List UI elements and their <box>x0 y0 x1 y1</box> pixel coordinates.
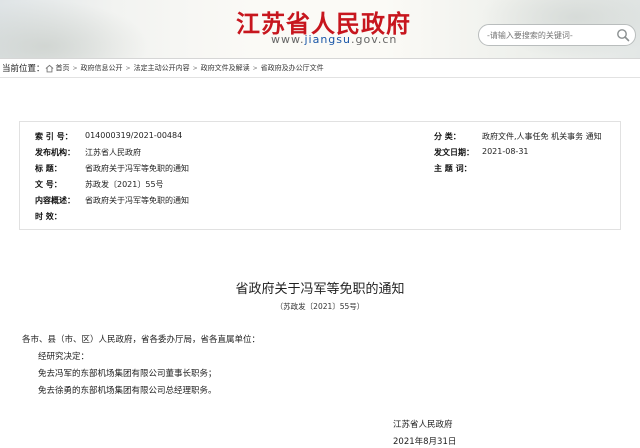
breadcrumb-separator: > <box>125 64 131 72</box>
date-label: 发文日期： <box>434 148 474 157</box>
url-prefix: www. <box>271 33 305 46</box>
article-doc-number: （苏政发〔2021〕55号） <box>275 302 365 311</box>
topic-label: 主 题 词： <box>434 164 472 173</box>
breadcrumb-item-documents[interactable]: 政府文件及解读 <box>201 63 250 73</box>
meta-row-index: 索 引 号： 014000319/2021-00484 分 类： 政府文件,人事… <box>20 131 620 147</box>
category-value: 政府文件,人事任免 机关事务 通知 <box>482 132 602 141</box>
issuer-value: 江苏省人民政府 <box>85 148 141 157</box>
summary-value: 省政府关于冯军等免职的通知 <box>85 196 189 205</box>
summary-label: 内容概述： <box>35 196 75 205</box>
index-value: 014000319/2021-00484 <box>85 131 183 140</box>
breadcrumb-separator: > <box>72 64 78 72</box>
home-icon <box>45 64 53 72</box>
index-label: 索 引 号： <box>35 132 73 141</box>
breadcrumb-label: 当前位置： <box>2 64 45 74</box>
url-suffix: .gov.cn <box>351 33 398 46</box>
meta-row-summary: 内容概述： 省政府关于冯军等免职的通知 <box>20 195 620 211</box>
meta-row-validity: 时 效： <box>20 211 620 227</box>
article-title: 省政府关于冯军等免职的通知 <box>235 282 405 297</box>
site-url: www.jiangsu.gov.cn <box>271 33 397 46</box>
breadcrumb-item-statutory[interactable]: 法定主动公开内容 <box>134 63 190 73</box>
meta-row-title: 标 题： 省政府关于冯军等免职的通知 主 题 词： <box>20 163 620 179</box>
article-sign-date: 2021年8月31日 <box>393 437 457 447</box>
article-paragraph-decision: 经研究决定： <box>38 352 90 362</box>
breadcrumb-item-gov-info[interactable]: 政府信息公开 <box>81 63 123 73</box>
docno-label: 文 号： <box>35 180 62 189</box>
header-decoration-left <box>0 0 150 58</box>
article-paragraph-item-1: 免去冯军的东部机场集团有限公司董事长职务； <box>38 369 217 379</box>
breadcrumb-separator: > <box>192 64 198 72</box>
docno-value: 苏政发〔2021〕55号 <box>85 180 164 189</box>
breadcrumb-item-office-documents[interactable]: 省政府及办公厅文件 <box>261 63 324 73</box>
meta-row-docno: 文 号： 苏政发〔2021〕55号 <box>20 179 620 195</box>
title-label: 标 题： <box>35 164 62 173</box>
date-value: 2021-08-31 <box>482 147 529 156</box>
issuer-label: 发布机构： <box>35 148 75 157</box>
site-header: 江苏省人民政府 www.jiangsu.gov.cn <box>0 0 640 58</box>
search-icon[interactable] <box>615 27 631 43</box>
article-addressee: 各市、县（市、区）人民政府，省各委办厅局，省各直属单位： <box>22 335 261 345</box>
validity-label: 时 效： <box>35 212 62 221</box>
meta-row-issuer: 发布机构： 江苏省人民政府 发文日期： 2021-08-31 <box>20 147 620 163</box>
category-label: 分 类： <box>434 132 461 141</box>
search-box <box>478 24 636 46</box>
url-domain: jiangsu <box>304 33 351 46</box>
document-metadata: 索 引 号： 014000319/2021-00484 分 类： 政府文件,人事… <box>19 121 621 230</box>
article-paragraph-item-2: 免去徐勇的东部机场集团有限公司总经理职务。 <box>38 386 217 396</box>
title-value: 省政府关于冯军等免职的通知 <box>85 164 189 173</box>
breadcrumb-separator: > <box>252 64 258 72</box>
article-signature: 江苏省人民政府 <box>393 420 453 430</box>
breadcrumb: 当前位置： 首页 > 政府信息公开 > 法定主动公开内容 > 政府文件及解读 >… <box>0 58 640 78</box>
breadcrumb-item-home[interactable]: 首页 <box>56 63 70 73</box>
search-input[interactable] <box>487 28 607 42</box>
